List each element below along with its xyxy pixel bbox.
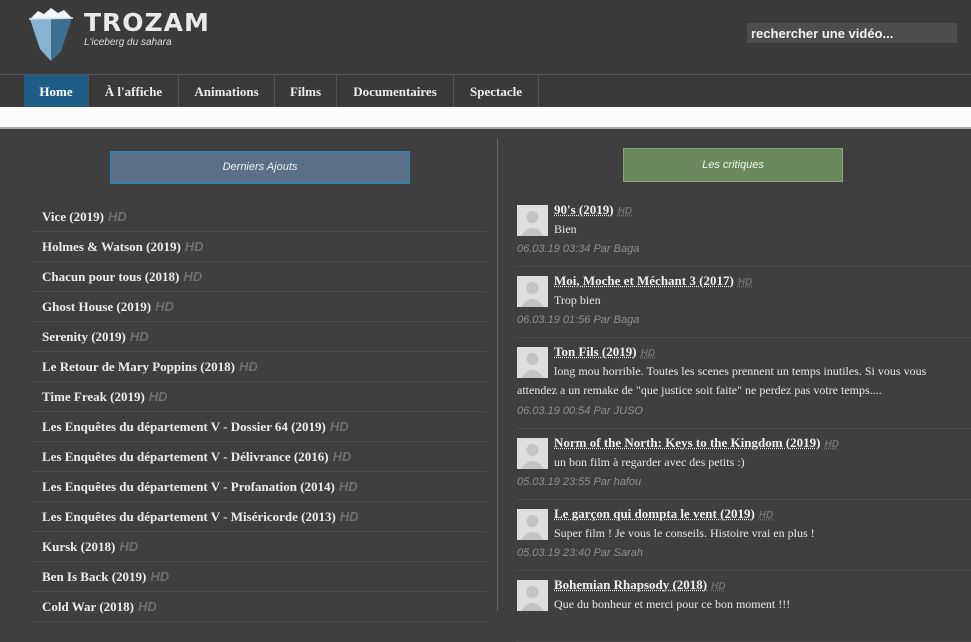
review-item: Norm of the North: Keys to the Kingdom (…	[516, 429, 971, 500]
site-title[interactable]: TROZAM	[84, 8, 210, 37]
review-text: long mou horrible. Toutes les scenes pre…	[517, 362, 965, 400]
review-meta: 05.03.19 23:55 Par hafou	[517, 476, 641, 488]
movie-title[interactable]: Les Enquêtes du département V - Misérico…	[42, 509, 336, 524]
hd-badge: HD	[155, 299, 174, 314]
site-tagline: L'iceberg du sahara	[84, 37, 172, 48]
latest-additions-column: Derniers Ajouts Vice (2019) HD Holmes & W…	[0, 129, 497, 611]
review-item: Moi, Moche et Méchant 3 (2017) HD Trop bi…	[516, 267, 971, 338]
list-item[interactable]: Serenity (2019) HD	[32, 322, 487, 352]
hd-badge: HD	[150, 569, 169, 584]
list-item[interactable]: Chacun pour tous (2018) HD	[32, 262, 487, 292]
list-item[interactable]: Vice (2019) HD	[32, 202, 487, 232]
movie-title[interactable]: Ben Is Back (2019)	[42, 569, 146, 584]
list-item[interactable]: Time Freak (2019) HD	[32, 382, 487, 412]
user-avatar-placeholder-icon	[517, 205, 548, 236]
reviews-button[interactable]: Les critiques	[623, 148, 843, 182]
review-text: Trop bien	[554, 291, 964, 310]
movie-title[interactable]: Kursk (2018)	[42, 539, 115, 554]
review-text: Super film ! Je vous le conseils. Histoi…	[554, 524, 964, 543]
review-meta: 06.03.19 03:34 Par Baga	[517, 243, 639, 255]
hd-badge: HD	[824, 439, 838, 450]
movie-title[interactable]: Time Freak (2019)	[42, 389, 145, 404]
hd-badge: HD	[108, 209, 127, 224]
movie-title[interactable]: Holmes & Watson (2019)	[42, 239, 181, 254]
user-avatar-placeholder-icon	[517, 276, 548, 307]
list-item[interactable]: Ben Is Back (2019) HD	[32, 562, 487, 592]
reviews-column: Les critiques 90's (2019) HD Bien 06.03.1…	[498, 129, 971, 611]
hd-badge: HD	[738, 277, 752, 288]
review-meta: 06.03.19 00:54 Par JUSO	[517, 405, 643, 417]
hd-badge: HD	[641, 348, 655, 359]
review-text: Que du bonheur et merci pour ce bon mome…	[554, 595, 964, 614]
review-movie-link[interactable]: Norm of the North: Keys to the Kingdom (…	[554, 435, 839, 451]
list-item[interactable]: Ghost House (2019) HD	[32, 292, 487, 322]
reviews-list: 90's (2019) HD Bien 06.03.19 03:34 Par Ba…	[516, 196, 971, 642]
list-item[interactable]: Les Enquêtes du département V - Délivran…	[32, 442, 487, 472]
user-avatar-placeholder-icon	[517, 580, 548, 611]
hd-badge: HD	[239, 359, 258, 374]
nav-item-animations[interactable]: Animations	[179, 75, 275, 108]
list-item[interactable]: Cold War (2018) HD	[32, 592, 487, 622]
nav-item-documentaires[interactable]: Documentaires	[337, 75, 454, 108]
hd-badge: HD	[618, 206, 632, 217]
review-meta: 06.03.19 01:56 Par Baga	[517, 314, 639, 326]
hd-badge: HD	[339, 479, 358, 494]
list-item[interactable]: Les Enquêtes du département V - Misérico…	[32, 502, 487, 532]
main-navigation: Home À l'affiche Animations Films Docume…	[0, 74, 971, 109]
movie-title[interactable]: Chacun pour tous (2018)	[42, 269, 179, 284]
hd-badge: HD	[149, 389, 168, 404]
review-movie-link[interactable]: Bohemian Rhapsody (2018) HD	[554, 577, 726, 593]
iceberg-logo-icon[interactable]	[28, 5, 74, 63]
nav-underline-band	[0, 107, 971, 129]
list-item[interactable]: Les Enquêtes du département V - Dossier …	[32, 412, 487, 442]
hd-badge: HD	[138, 599, 157, 614]
latest-additions-button[interactable]: Derniers Ajouts	[110, 151, 410, 184]
movie-title[interactable]: Cold War (2018)	[42, 599, 134, 614]
review-movie-link[interactable]: Ton Fils (2019) HD	[554, 344, 655, 360]
movie-title[interactable]: Les Enquêtes du département V - Profanat…	[42, 479, 335, 494]
hd-badge: HD	[340, 509, 359, 524]
latest-additions-list: Vice (2019) HD Holmes & Watson (2019) HD C…	[32, 202, 487, 622]
movie-title[interactable]: Vice (2019)	[42, 209, 104, 224]
nav-item-films[interactable]: Films	[275, 75, 337, 108]
hd-badge: HD	[333, 449, 352, 464]
movie-title[interactable]: Les Enquêtes du département V - Délivran…	[42, 449, 329, 464]
movie-title[interactable]: Serenity (2019)	[42, 329, 126, 344]
hd-badge: HD	[130, 329, 149, 344]
list-item[interactable]: Holmes & Watson (2019) HD	[32, 232, 487, 262]
nav-item-a-laffiche[interactable]: À l'affiche	[89, 75, 179, 108]
list-item[interactable]: Le Retour de Mary Poppins (2018) HD	[32, 352, 487, 382]
movie-title[interactable]: Le Retour de Mary Poppins (2018)	[42, 359, 235, 374]
hd-badge: HD	[330, 419, 349, 434]
review-item: Bohemian Rhapsody (2018) HD Que du bonheu…	[516, 571, 971, 642]
site-header: TROZAM L'iceberg du sahara	[0, 0, 971, 74]
review-item: 90's (2019) HD Bien 06.03.19 03:34 Par Ba…	[516, 196, 971, 267]
search-input[interactable]	[747, 23, 957, 43]
review-item: Ton Fils (2019) HD long mou horrible. Tou…	[516, 338, 971, 429]
user-avatar-placeholder-icon	[517, 438, 548, 469]
review-item: Le garçon qui dompta le vent (2019) HD Su…	[516, 500, 971, 571]
hd-badge: HD	[119, 539, 138, 554]
review-movie-link[interactable]: 90's (2019) HD	[554, 202, 632, 218]
review-text: un bon film à regarder avec des petits :…	[554, 453, 964, 472]
nav-item-spectacle[interactable]: Spectacle	[454, 75, 539, 108]
movie-title[interactable]: Ghost House (2019)	[42, 299, 151, 314]
hd-badge: HD	[183, 269, 202, 284]
review-movie-link[interactable]: Moi, Moche et Méchant 3 (2017) HD	[554, 273, 752, 289]
movie-title[interactable]: Les Enquêtes du département V - Dossier …	[42, 419, 326, 434]
hd-badge: HD	[185, 239, 204, 254]
list-item[interactable]: Les Enquêtes du département V - Profanat…	[32, 472, 487, 502]
review-text: Bien	[554, 220, 964, 239]
review-meta: 05.03.19 23:40 Par Sarah	[517, 547, 643, 559]
list-item[interactable]: Kursk (2018) HD	[32, 532, 487, 562]
review-movie-link[interactable]: Le garçon qui dompta le vent (2019) HD	[554, 506, 773, 522]
nav-item-home[interactable]: Home	[24, 75, 89, 108]
hd-badge: HD	[759, 510, 773, 521]
hd-badge: HD	[711, 581, 725, 592]
user-avatar-placeholder-icon	[517, 509, 548, 540]
